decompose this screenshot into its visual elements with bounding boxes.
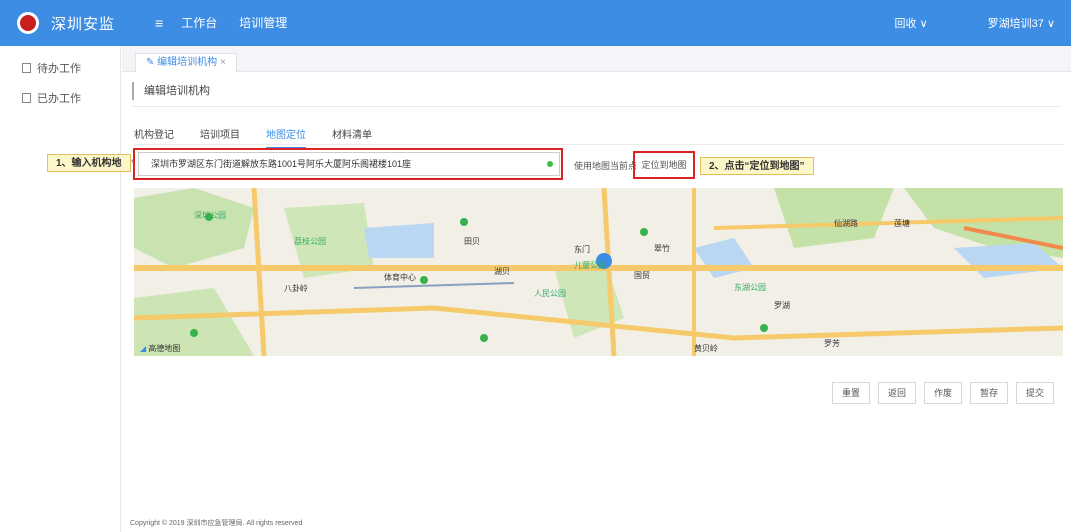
top-navbar: 深圳安监 ≡ 工作台 培训管理 回收 ∨ 罗湖培训37 ∨: [0, 0, 1071, 46]
lake-area: [364, 223, 434, 258]
void-button[interactable]: 作废: [924, 382, 962, 404]
sidebar-item-label: 待办工作: [37, 63, 81, 75]
document-icon: [22, 93, 31, 103]
action-bar: 重置 返回 作废 暂存 提交: [832, 382, 1062, 404]
use-map-point-button[interactable]: 使用地图当前点: [574, 159, 637, 172]
user-menu[interactable]: 罗湖培训37 ∨: [988, 15, 1055, 31]
subtab-training-items[interactable]: 培训项目: [200, 126, 240, 149]
map-view[interactable]: 深圳公园 人民公园 儿童公园 荔枝公园 东湖公园 仙湖路 莲塘 罗湖 体育中心 …: [134, 188, 1063, 356]
locate-to-map-button[interactable]: 定位到地图: [636, 154, 692, 176]
status-dot-icon: [547, 161, 553, 167]
map-label: 黄贝岭: [694, 344, 718, 353]
sidebar-item-todo[interactable]: 待办工作: [0, 58, 120, 78]
metro-station-icon: [460, 218, 468, 226]
metro-station-icon: [480, 334, 488, 342]
subtab-materials[interactable]: 材料清单: [332, 126, 372, 149]
save-draft-button[interactable]: 暂存: [970, 382, 1008, 404]
map-label: 儿童公园: [574, 261, 606, 270]
sub-tabs: 机构登记 培训项目 地图定位 材料清单: [134, 126, 398, 149]
map-label: 莲塘: [894, 219, 910, 228]
user-name: 罗湖培训37: [987, 18, 1044, 30]
back-button[interactable]: 返回: [878, 382, 916, 404]
map-label: 荔枝公园: [294, 237, 326, 246]
menu-icon[interactable]: ≡: [155, 15, 163, 31]
divider: [134, 144, 1064, 145]
tab-label: 编辑培训机构: [157, 57, 218, 68]
map-label: 罗芳: [824, 339, 840, 348]
brand-title: 深圳安监: [51, 14, 116, 33]
tab-edit-institution[interactable]: ✎ 编辑培训机构 ×: [135, 53, 237, 72]
subtab-map-location[interactable]: 地图定位: [266, 126, 306, 149]
address-input[interactable]: 深圳市罗湖区东门街道解放东路1001号阿乐大厦阿乐阁裙楼101座: [138, 152, 560, 176]
map-label: 田贝: [464, 237, 480, 246]
reset-button[interactable]: 重置: [832, 382, 870, 404]
metro-station-icon: [640, 228, 648, 236]
annotation-step-1: 1、输入机构地: [47, 154, 131, 172]
map-label: 东门: [574, 245, 590, 254]
map-label: 罗湖: [774, 301, 790, 310]
map-logo-icon: ◢: [140, 344, 147, 353]
page-title: 编辑培训机构: [132, 82, 210, 100]
top-right-area: 回收 ∨ 罗湖培训37 ∨: [895, 15, 1071, 31]
map-credit-text: 高德地图: [148, 344, 181, 353]
nav-training-management[interactable]: 培训管理: [235, 0, 291, 46]
close-icon[interactable]: ×: [220, 57, 226, 68]
map-credit: ◢ 高德地图: [140, 343, 180, 354]
logo-icon: [17, 12, 39, 34]
map-label: 深圳公园: [194, 211, 226, 220]
metro-station-icon: [420, 276, 428, 284]
metro-station-icon: [190, 329, 198, 337]
sidebar: 待办工作 已办工作: [0, 46, 121, 532]
sidebar-item-label: 已办工作: [37, 93, 81, 105]
edit-icon: ✎: [146, 57, 155, 68]
chevron-down-icon: ∨: [919, 18, 928, 30]
divider: [132, 106, 1062, 107]
map-label: 体育中心: [384, 273, 416, 282]
tab-bar: ✎ 编辑培训机构 ×: [122, 46, 1071, 72]
map-label: 东湖公园: [734, 283, 766, 292]
top-dropdown[interactable]: 回收 ∨: [895, 15, 928, 31]
document-icon: [22, 63, 31, 73]
footer-copyright: Copyright © 2019 深圳市应急管理局. All rights re…: [130, 520, 303, 527]
metro-station-icon: [760, 324, 768, 332]
address-value: 深圳市罗湖区东门街道解放东路1001号阿乐大厦阿乐阁裙楼101座: [151, 159, 412, 169]
annotation-step-2: 2、点击“定位到地图”: [700, 157, 814, 175]
map-label: 翠竹: [654, 244, 670, 253]
subtab-registration[interactable]: 机构登记: [134, 126, 174, 149]
map-label: 湖贝: [494, 267, 510, 276]
chevron-down-icon: ∨: [1046, 18, 1055, 30]
map-label: 人民公园: [534, 289, 566, 298]
map-canvas: [134, 188, 1063, 356]
nav-workbench[interactable]: 工作台: [177, 0, 221, 46]
map-label: 仙湖路: [834, 219, 858, 228]
top-dropdown-label: 回收: [894, 18, 917, 30]
map-label: 国贸: [634, 271, 650, 280]
required-marker: *: [131, 158, 135, 168]
submit-button[interactable]: 提交: [1016, 382, 1054, 404]
sidebar-item-done[interactable]: 已办工作: [0, 88, 120, 108]
map-label: 八卦岭: [284, 284, 308, 293]
